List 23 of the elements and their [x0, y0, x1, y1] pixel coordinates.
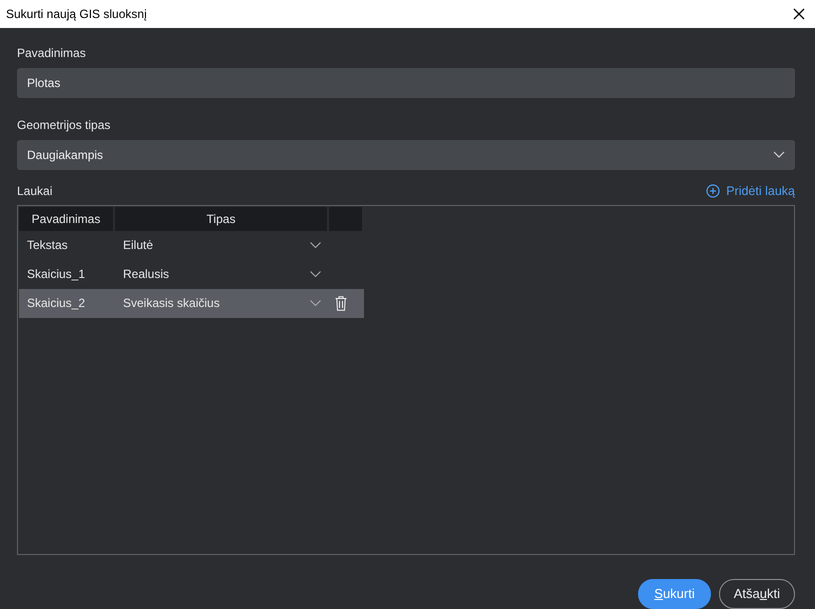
cancel-button[interactable]: Atšaukti	[718, 579, 795, 609]
table-cell-text: Tekstas	[26, 237, 69, 254]
column-header	[329, 206, 364, 230]
chevron-down-icon	[310, 300, 321, 306]
chevron-down-icon	[310, 242, 321, 248]
type-dropdown[interactable]: Sveikasis skaičius	[115, 288, 329, 318]
trash-icon[interactable]	[335, 296, 347, 312]
table-cell-text: Skaicius_1	[26, 266, 86, 283]
name-field[interactable]: Plotas	[17, 68, 795, 98]
chevron-down-icon	[773, 151, 785, 158]
geometry-dropdown[interactable]: Daugiakampis	[17, 140, 795, 170]
column-header: Pavadinimas	[19, 206, 115, 230]
window-title: Sukurti naują GIS sluoksnį	[6, 6, 147, 23]
column-header: Tipas	[115, 206, 329, 230]
plus-circle-icon	[706, 184, 720, 198]
add-field-link[interactable]: Pridėti lauką	[706, 182, 795, 200]
type-dropdown[interactable]: Eilutė	[115, 230, 329, 260]
table-cell: Skaicius_2	[19, 288, 115, 318]
type-dropdown[interactable]: Realusis	[115, 260, 329, 288]
field-label: Pavadinimas	[17, 45, 87, 62]
chevron-down-icon	[310, 271, 321, 277]
field-label: Geometrijos tipas	[17, 116, 112, 134]
section-label: Laukai	[17, 183, 52, 200]
